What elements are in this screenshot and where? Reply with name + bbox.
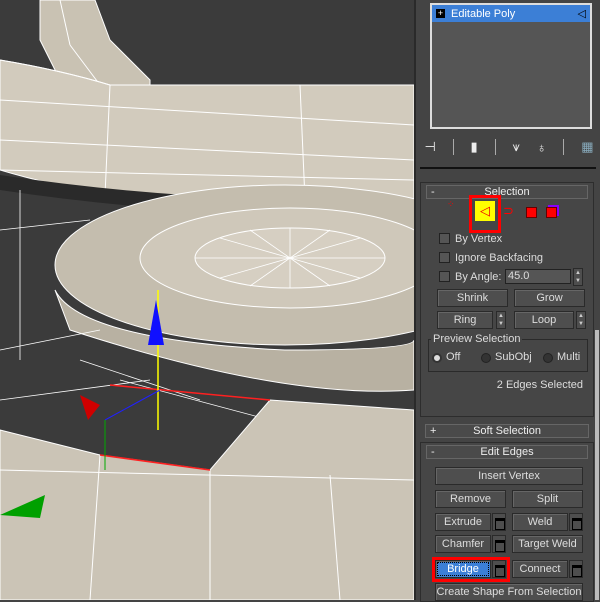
- stack-item-editable-poly[interactable]: + Editable Poly ◁: [432, 5, 590, 22]
- scene-mesh: [0, 0, 414, 600]
- extrude-settings-button[interactable]: [492, 513, 506, 531]
- remove-button[interactable]: Remove: [435, 490, 506, 508]
- selection-status: 2 Edges Selected: [496, 379, 583, 391]
- polygon-level-icon[interactable]: [526, 207, 537, 218]
- configure-modifier-sets-icon[interactable]: ▦: [581, 139, 593, 155]
- preview-off-radio[interactable]: [432, 353, 442, 363]
- extrude-button[interactable]: Extrude: [435, 513, 491, 531]
- border-level-icon[interactable]: ⊃: [503, 203, 514, 219]
- weld-button[interactable]: Weld: [512, 513, 568, 531]
- make-unique-icon[interactable]: ⩛: [512, 139, 519, 155]
- command-panel: + Editable Poly ◁ ⊣ ▮ ⩛ ♁ ▦ - Selection ⁘…: [414, 0, 600, 602]
- ring-spinner[interactable]: ▲ ▼: [496, 311, 506, 329]
- edge-level-button[interactable]: ◁: [475, 201, 495, 221]
- viewport[interactable]: [0, 0, 414, 600]
- pin-stack-icon[interactable]: ⊣: [424, 139, 435, 155]
- soft-selection-header[interactable]: + Soft Selection: [425, 424, 589, 438]
- selection-rollout: - Selection ⁘ ◁ ⊃ By Vertex Ignore Backfa…: [420, 182, 594, 417]
- angle-input[interactable]: 45.0: [505, 269, 571, 284]
- bridge-settings-button[interactable]: [492, 560, 506, 578]
- grow-button[interactable]: Grow: [514, 289, 585, 307]
- edit-edges-rollout: - Edit Edges Insert Vertex Remove Split E…: [420, 442, 594, 602]
- by-angle-checkbox[interactable]: [439, 271, 450, 282]
- preview-subobj-radio[interactable]: [481, 353, 491, 363]
- by-vertex-checkbox[interactable]: [439, 233, 450, 244]
- create-shape-button[interactable]: Create Shape From Selection: [435, 583, 583, 601]
- ignore-backfacing-checkbox[interactable]: [439, 252, 450, 263]
- angle-spinner[interactable]: ▲ ▼: [573, 268, 583, 286]
- element-level-icon[interactable]: [546, 207, 557, 218]
- preview-multi-radio[interactable]: [543, 353, 553, 363]
- shrink-button[interactable]: Shrink: [437, 289, 508, 307]
- panel-scrollbar[interactable]: [595, 330, 599, 600]
- connect-button[interactable]: Connect: [512, 560, 568, 578]
- soft-selection-rollout: + Soft Selection: [420, 422, 594, 442]
- vertex-level-icon[interactable]: ⁘: [447, 199, 459, 213]
- bridge-button[interactable]: Bridge: [435, 560, 491, 578]
- chamfer-settings-button[interactable]: [492, 535, 506, 553]
- loop-spinner[interactable]: ▲ ▼: [576, 311, 586, 329]
- connect-settings-button[interactable]: [569, 560, 583, 578]
- show-end-result-icon[interactable]: ▮: [471, 139, 478, 155]
- modifier-stack[interactable]: + Editable Poly ◁: [430, 3, 592, 129]
- insert-vertex-button[interactable]: Insert Vertex: [435, 467, 583, 485]
- ring-button[interactable]: Ring: [437, 311, 493, 329]
- selection-header[interactable]: - Selection: [426, 185, 588, 199]
- target-weld-button[interactable]: Target Weld: [512, 535, 583, 553]
- edge-level-icon: ◁: [577, 8, 586, 20]
- edit-edges-header[interactable]: - Edit Edges: [426, 445, 588, 459]
- chamfer-button[interactable]: Chamfer: [435, 535, 491, 553]
- weld-settings-button[interactable]: [569, 513, 583, 531]
- remove-modifier-icon[interactable]: ♁: [537, 140, 547, 155]
- split-button[interactable]: Split: [512, 490, 583, 508]
- expand-icon[interactable]: +: [436, 9, 445, 18]
- stack-toolbar: ⊣ ▮ ⩛ ♁ ▦: [416, 136, 600, 158]
- loop-button[interactable]: Loop: [514, 311, 574, 329]
